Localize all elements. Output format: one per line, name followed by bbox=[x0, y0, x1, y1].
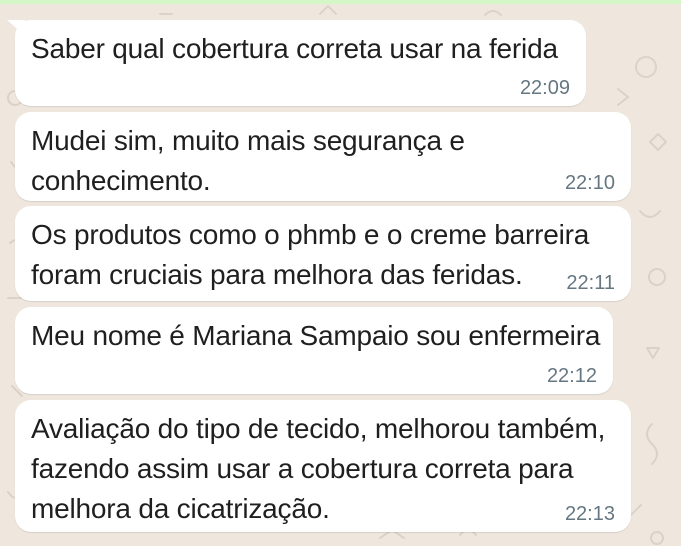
message-time: 22:12 bbox=[546, 365, 597, 387]
message-text: Avaliação do tipo de tecido, melhorou ta… bbox=[31, 413, 606, 524]
message-bubble-2[interactable]: Mudei sim, muito mais segurança e conhec… bbox=[15, 112, 631, 201]
message-text: Saber qual cobertura correta usar na fer… bbox=[31, 33, 558, 64]
message-time: 22:09 bbox=[519, 77, 570, 99]
message-time: 22:10 bbox=[564, 172, 615, 194]
message-bubble-3[interactable]: Os produtos como o phmb e o creme barrei… bbox=[15, 206, 631, 301]
message-time: 22:13 bbox=[564, 503, 615, 525]
message-bubble-5[interactable]: Avaliação do tipo de tecido, melhorou ta… bbox=[15, 400, 631, 532]
message-bubble-4[interactable]: Meu nome é Mariana Sampaio sou enfermeir… bbox=[15, 307, 613, 394]
message-text: Mudei sim, muito mais segurança e conhec… bbox=[31, 125, 465, 196]
message-text: Meu nome é Mariana Sampaio sou enfermeir… bbox=[31, 320, 601, 351]
chat-thread: Saber qual cobertura correta usar na fer… bbox=[0, 0, 681, 546]
message-text: Os produtos como o phmb e o creme barrei… bbox=[31, 219, 590, 290]
message-bubble-1[interactable]: Saber qual cobertura correta usar na fer… bbox=[7, 20, 586, 106]
message-tail bbox=[7, 20, 25, 36]
message-time: 22:11 bbox=[566, 272, 615, 294]
